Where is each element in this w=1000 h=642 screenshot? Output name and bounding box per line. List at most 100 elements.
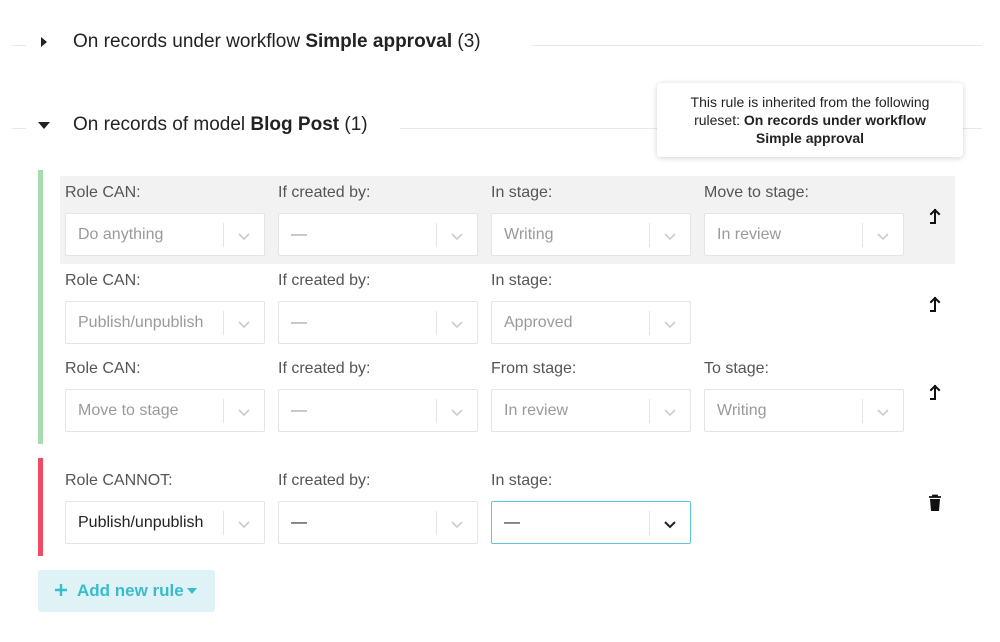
role-select[interactable]: Publish/unpublish xyxy=(65,301,265,344)
field-label: Role CAN: xyxy=(65,360,141,377)
chevron-down-icon xyxy=(238,321,250,329)
role-select[interactable]: Publish/unpublish xyxy=(65,501,265,544)
add-new-rule-button[interactable]: Add new rule xyxy=(38,570,215,612)
select-separator xyxy=(862,223,863,247)
select-separator xyxy=(649,311,650,335)
select-value: Approved xyxy=(504,314,573,331)
arrow-up-icon[interactable] xyxy=(928,384,942,402)
select-value: Publish/unpublish xyxy=(78,514,204,531)
select-separator xyxy=(649,511,650,535)
caret-down-icon xyxy=(187,588,197,594)
field-label: Move to stage: xyxy=(704,184,809,201)
chevron-down-icon xyxy=(664,233,676,241)
rule-row: Role CAN: Publish/unpublish If created b… xyxy=(60,264,955,352)
arrow-up-icon[interactable] xyxy=(928,296,942,314)
to-stage-select[interactable]: Writing xyxy=(704,389,904,432)
field-label: Role CANNOT: xyxy=(65,472,173,489)
rule-row: Role CANNOT: Publish/unpublish If create… xyxy=(60,464,955,552)
created-by-select[interactable]: — xyxy=(278,501,478,544)
select-separator xyxy=(436,511,437,535)
select-value: Publish/unpublish xyxy=(78,314,204,331)
select-value: — xyxy=(291,402,307,419)
tooltip-ruleset: On records under workflow xyxy=(743,112,926,128)
section-count: (1) xyxy=(344,114,368,135)
field-label: From stage: xyxy=(491,360,577,377)
select-separator xyxy=(223,511,224,535)
select-value: — xyxy=(291,314,307,331)
chevron-down-icon xyxy=(877,233,889,241)
section-title: On records under workflow Simple approva… xyxy=(73,31,481,53)
field-label: If created by: xyxy=(278,184,371,201)
inherited-indicator-bar xyxy=(38,170,43,444)
inherited-rules-group: Role CAN: Do anything If created by: — I… xyxy=(38,170,958,444)
created-by-select[interactable]: — xyxy=(278,389,478,432)
chevron-down-icon xyxy=(238,521,250,529)
arrow-up-icon[interactable] xyxy=(928,208,942,226)
caret-right-icon[interactable] xyxy=(38,36,50,48)
stage-select[interactable]: Writing xyxy=(491,213,691,256)
select-separator xyxy=(436,223,437,247)
field-label: To stage: xyxy=(704,360,769,377)
own-rules-group: Role CANNOT: Publish/unpublish If create… xyxy=(38,458,958,556)
tooltip-line: This rule is inherited from the followin… xyxy=(690,94,930,110)
role-select[interactable]: Move to stage xyxy=(65,389,265,432)
tooltip-ruleset-name: Simple approval xyxy=(755,130,865,146)
select-separator xyxy=(649,399,650,423)
section-prefix: On records of model xyxy=(73,114,246,135)
chevron-down-icon xyxy=(451,233,463,241)
trash-icon[interactable] xyxy=(928,494,942,512)
chevron-down-icon xyxy=(238,233,250,241)
created-by-select[interactable]: — xyxy=(278,301,478,344)
caret-down-icon[interactable] xyxy=(38,119,50,131)
add-new-rule-label: Add new rule xyxy=(77,581,184,600)
field-label: If created by: xyxy=(278,472,371,489)
rule-row: Role CAN: Move to stage If created by: —… xyxy=(60,352,955,440)
section-prefix: On records under workflow xyxy=(73,31,301,52)
from-stage-select[interactable]: In review xyxy=(491,389,691,432)
plus-icon xyxy=(55,584,67,596)
tooltip-line: Simple approval xyxy=(657,129,963,147)
stage-select[interactable]: — xyxy=(491,501,691,544)
select-value: — xyxy=(291,514,307,531)
select-separator xyxy=(223,311,224,335)
select-value: In review xyxy=(504,402,569,419)
select-separator xyxy=(649,223,650,247)
chevron-down-icon xyxy=(238,409,250,417)
section-name: Blog Post xyxy=(250,114,340,135)
select-value: Writing xyxy=(504,226,554,243)
field-label: If created by: xyxy=(278,272,371,289)
chevron-down-icon xyxy=(664,321,676,329)
chevron-down-icon xyxy=(451,321,463,329)
chevron-down-icon xyxy=(664,521,676,529)
stage-select[interactable]: Approved xyxy=(491,301,691,344)
field-label: Role CAN: xyxy=(65,272,141,289)
rule-row: Role CAN: Do anything If created by: — I… xyxy=(60,176,955,264)
section-count: (3) xyxy=(457,31,481,52)
select-value: Do anything xyxy=(78,226,164,243)
divider xyxy=(532,45,982,46)
select-separator xyxy=(436,311,437,335)
created-by-select[interactable]: — xyxy=(278,213,478,256)
field-label: In stage: xyxy=(491,184,553,201)
select-value: — xyxy=(504,514,520,531)
field-label: In stage: xyxy=(491,272,553,289)
section-title: On records of model Blog Post (1) xyxy=(73,114,368,136)
own-indicator-bar xyxy=(38,458,43,556)
select-value: — xyxy=(291,226,307,243)
select-separator xyxy=(223,399,224,423)
move-to-stage-select[interactable]: In review xyxy=(704,213,904,256)
chevron-down-icon xyxy=(451,409,463,417)
chevron-down-icon xyxy=(664,409,676,417)
section-name: Simple approval xyxy=(305,31,453,52)
select-separator xyxy=(436,399,437,423)
select-separator xyxy=(862,399,863,423)
divider xyxy=(12,45,26,46)
select-separator xyxy=(223,223,224,247)
chevron-down-icon xyxy=(451,521,463,529)
field-label: If created by: xyxy=(278,360,371,377)
field-label: Role CAN: xyxy=(65,184,141,201)
section-workflow-header[interactable]: On records under workflow Simple approva… xyxy=(0,23,1000,63)
select-value: In review xyxy=(717,226,782,243)
role-select[interactable]: Do anything xyxy=(65,213,265,256)
field-label: In stage: xyxy=(491,472,553,489)
